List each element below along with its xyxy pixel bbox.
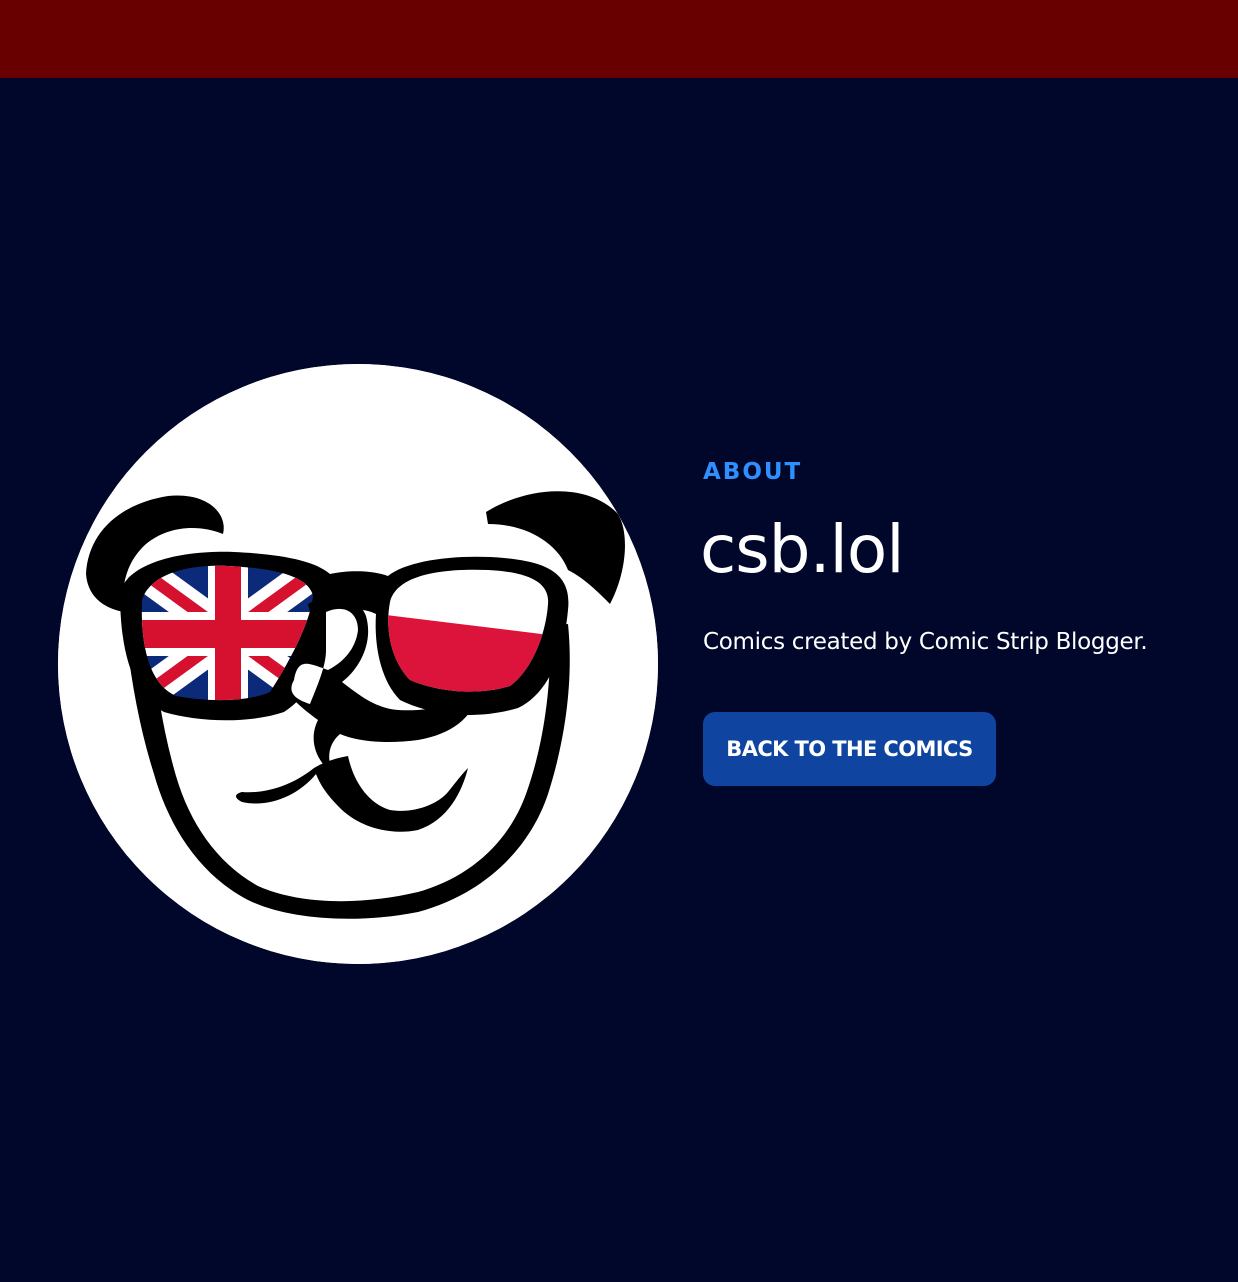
panda-with-flag-sunglasses-icon	[58, 364, 658, 964]
top-bar	[0, 0, 1238, 78]
section-eyebrow: ABOUT	[703, 459, 803, 485]
page-title: csb.lol	[700, 511, 905, 588]
page-description: Comics created by Comic Strip Blogger.	[703, 629, 1148, 655]
back-to-comics-button[interactable]: BACK TO THE COMICS	[703, 712, 996, 786]
avatar	[58, 364, 658, 964]
